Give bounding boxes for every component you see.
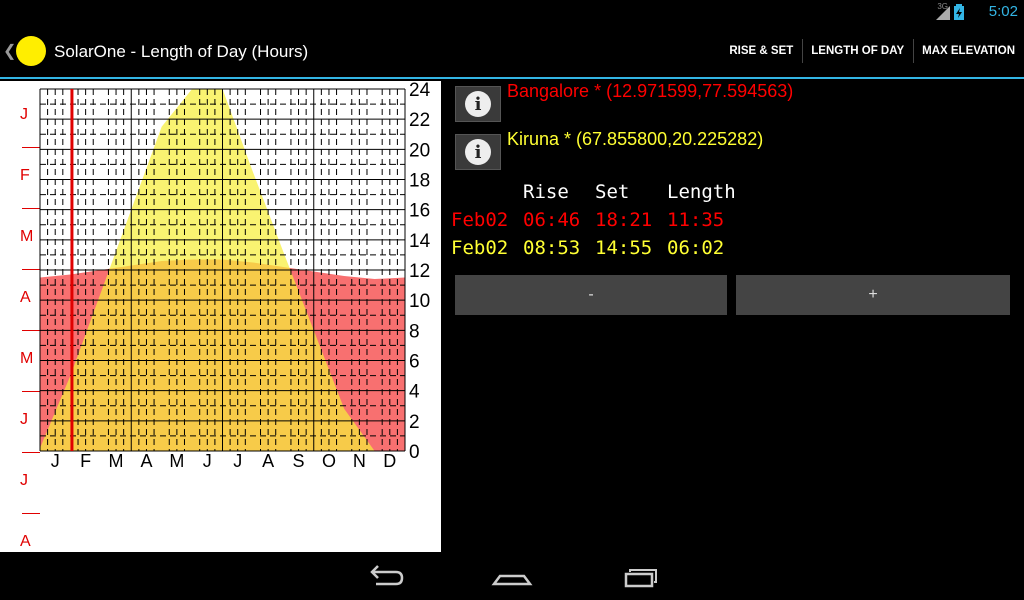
y-tick-label: 2 — [409, 412, 420, 433]
x-tick-label: A — [140, 451, 152, 471]
x-tick-label: S — [293, 451, 305, 471]
location-label[interactable]: Bangalore * (12.971599,77.594563) — [507, 81, 793, 102]
y-tick-label: 20 — [409, 140, 430, 161]
row-set: 14:55 — [595, 237, 653, 259]
max-elevation-action[interactable]: MAX ELEVATION — [913, 25, 1024, 77]
x-tick-label: F — [80, 451, 91, 471]
y-tick-label: 0 — [409, 442, 420, 463]
previous-day-button[interactable]: - — [455, 275, 727, 315]
header-set: Set — [595, 181, 630, 203]
sun-icon[interactable] — [16, 36, 46, 66]
info-icon: i — [465, 91, 491, 117]
chart-panel[interactable]: JFMAMJJA 0 2 4 6 8 10 12 14 16 18 20 22 24 J F M A M J J A S O… — [0, 81, 441, 552]
row-date: Feb02 — [451, 209, 509, 231]
length-of-day-chart[interactable]: 024681012141618202224J F M A M J J A S O N D — [0, 81, 441, 552]
info-icon: i — [465, 139, 491, 165]
row-length: 06:02 — [667, 237, 725, 259]
header-rise: Rise — [523, 181, 569, 203]
rise-set-action[interactable]: RISE & SET — [720, 25, 802, 77]
app-title: SolarOne - Length of Day (Hours) — [54, 42, 309, 61]
row-rise: 08:53 — [523, 237, 581, 259]
x-tick-label: O — [322, 451, 336, 471]
y-tick-label: 16 — [409, 201, 430, 222]
row-date: Feb02 — [451, 237, 509, 259]
length-of-day-action[interactable]: LENGTH OF DAY — [802, 25, 913, 77]
location-row-kiruna: i Kiruna * (67.855800,20.225282) — [455, 129, 763, 170]
back-icon[interactable] — [362, 560, 406, 592]
y-tick-label: 22 — [409, 110, 430, 131]
table-row: Feb02 06:46 18:21 11:35 — [451, 206, 724, 234]
table-header: Rise Set Length — [451, 178, 736, 206]
x-tick-label: M — [109, 451, 124, 471]
row-length: 11:35 — [667, 209, 725, 231]
signal-icon — [936, 6, 950, 20]
status-bar: 3G 5:02 — [0, 0, 1024, 25]
home-icon[interactable] — [490, 560, 534, 592]
battery-charging-icon — [954, 4, 964, 20]
recent-apps-icon[interactable] — [618, 560, 662, 592]
info-button[interactable]: i — [455, 134, 501, 170]
x-tick-label: N — [353, 451, 366, 471]
details-panel: i Bangalore * (12.971599,77.594563) i Ki… — [441, 81, 1024, 552]
y-tick-label: 12 — [409, 261, 430, 282]
action-bar: ❮ SolarOne - Length of Day (Hours) RISE … — [0, 25, 1024, 79]
y-tick-label: 24 — [409, 81, 431, 101]
x-tick-label: D — [383, 451, 396, 471]
up-caret-icon[interactable]: ❮ — [3, 41, 16, 61]
y-tick-label: 6 — [409, 352, 420, 373]
clock: 5:02 — [988, 3, 1018, 20]
y-tick-label: 14 — [409, 231, 431, 252]
next-day-button[interactable]: + — [736, 275, 1010, 315]
info-button[interactable]: i — [455, 86, 501, 122]
times-table: Rise Set Length Feb02 06:46 18:21 11:35 … — [451, 178, 736, 262]
x-tick-label: A — [262, 451, 274, 471]
action-menu: RISE & SET LENGTH OF DAY MAX ELEVATION — [720, 25, 1024, 77]
y-tick-label: 18 — [409, 171, 430, 192]
row-set: 18:21 — [595, 209, 653, 231]
header-length: Length — [667, 181, 736, 203]
y-tick-label: 10 — [409, 291, 430, 312]
x-tick-label: J — [203, 451, 212, 471]
location-row-bangalore: i Bangalore * (12.971599,77.594563) — [455, 81, 793, 122]
y-tick-label: 8 — [409, 321, 420, 342]
navigation-bar — [0, 552, 1024, 600]
row-rise: 06:46 — [523, 209, 581, 231]
y-tick-label: 4 — [409, 382, 420, 403]
x-tick-label: J — [233, 451, 242, 471]
x-tick-label: J — [51, 451, 60, 471]
x-tick-label: M — [169, 451, 184, 471]
location-label[interactable]: Kiruna * (67.855800,20.225282) — [507, 129, 763, 150]
table-row: Feb02 08:53 14:55 06:02 — [451, 234, 724, 262]
